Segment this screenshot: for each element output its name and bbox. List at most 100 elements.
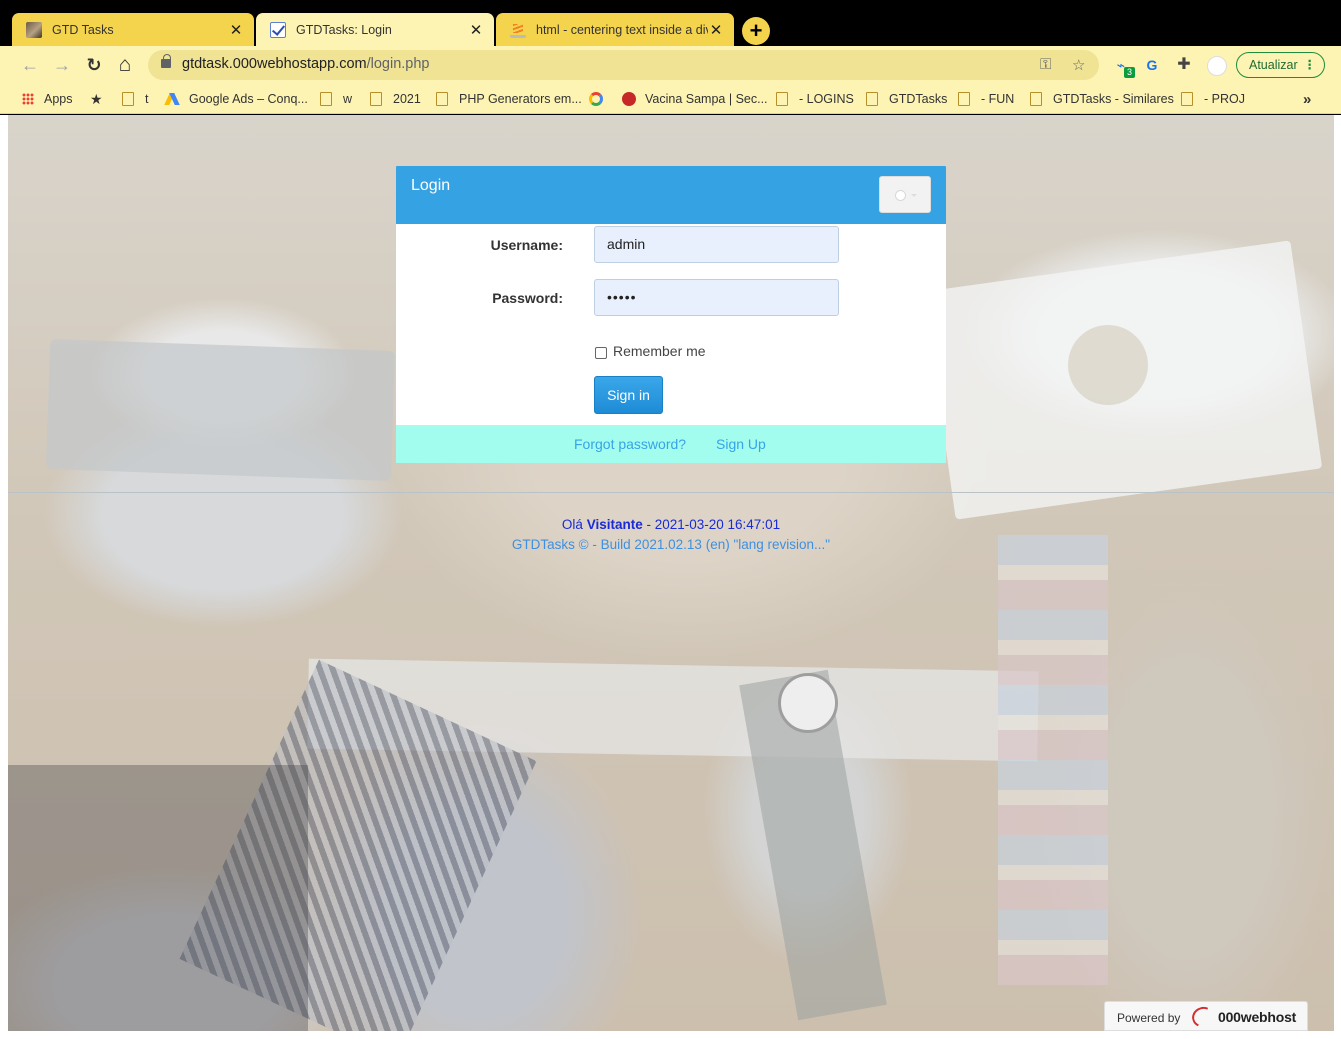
close-icon[interactable]: ✕ <box>468 21 484 39</box>
tab-title: GTD Tasks <box>52 22 114 37</box>
page-viewport: Login Username: admin Password: ••••• Re… <box>8 115 1334 1031</box>
bookmark-vacina-sampa[interactable]: Vacina Sampa | Sec... <box>622 90 768 108</box>
colorful-ring-icon <box>589 92 603 106</box>
bookmark-php-generators[interactable]: PHP Generators em... <box>436 90 582 108</box>
folder-icon <box>776 92 788 106</box>
checkbox-favicon-icon <box>270 21 286 38</box>
greeting-datetime: - 2021-03-20 16:47:01 <box>646 517 781 532</box>
vacina-sampa-icon <box>622 92 636 106</box>
remember-me-label[interactable]: Remember me <box>613 343 706 359</box>
bookmark-folder-w[interactable]: w <box>320 90 352 108</box>
url-host: gtdtask.000webhostapp.com <box>182 56 367 72</box>
bookmark-label: t <box>145 92 149 106</box>
powered-by-badge[interactable]: Powered by 000webhost <box>1104 1001 1308 1031</box>
window-frame-bottom <box>0 1031 1341 1039</box>
new-tab-button[interactable]: + <box>742 17 770 45</box>
bookmark-folder-2021[interactable]: 2021 <box>370 90 421 108</box>
extensions-puzzle-icon[interactable]: ✚ <box>1175 56 1193 74</box>
tab-strip: GTD Tasks ✕ GTDTasks: Login ✕ html - cen… <box>0 0 1341 46</box>
lock-icon[interactable] <box>161 54 171 68</box>
key-icon[interactable]: ⚿ <box>1040 56 1051 73</box>
tab-title: html - centering text inside a div <box>536 22 708 37</box>
password-input[interactable]: ••••• <box>594 279 839 316</box>
remember-me-checkbox[interactable] <box>595 347 607 359</box>
bookmark-folder-fun[interactable]: - FUN <box>958 90 1014 108</box>
folder-icon <box>958 92 970 106</box>
back-icon[interactable]: ← <box>20 55 40 75</box>
background-wristwatch <box>778 673 838 733</box>
sign-up-link[interactable]: Sign Up <box>716 436 766 452</box>
folder-icon <box>866 92 878 106</box>
stackoverflow-icon <box>510 22 526 38</box>
language-dropdown-button[interactable] <box>879 176 931 213</box>
visitor-name: Visitante <box>586 517 643 532</box>
background-cup <box>1068 325 1148 405</box>
window-frame-right <box>1334 115 1341 1039</box>
login-form: Username: admin Password: ••••• Remember… <box>396 224 946 425</box>
browser-toolbar: ← → ↻ ⌂ gtdtask.000webhostapp.com/login.… <box>0 46 1341 84</box>
extension-badge: 3 <box>1124 67 1136 78</box>
tab-title: GTDTasks: Login <box>296 22 392 37</box>
close-icon[interactable]: ✕ <box>228 21 244 39</box>
bookmark-label: Apps <box>44 92 73 106</box>
background-books <box>998 535 1108 985</box>
url-path: /login.php <box>366 56 430 72</box>
update-label: Atualizar <box>1249 58 1298 72</box>
login-title: Login <box>411 177 451 194</box>
bookmark-label: GTDTasks - Similares <box>1053 92 1174 106</box>
url-text: gtdtask.000webhostapp.com/login.php <box>182 56 429 72</box>
caret-down-icon <box>911 194 917 197</box>
bookmarks-overflow-icon[interactable]: » <box>1303 90 1311 108</box>
globe-icon <box>895 190 906 201</box>
folder-icon <box>320 92 332 106</box>
bookmark-folder-gtdtasks[interactable]: GTDTasks <box>866 90 947 108</box>
bookmark-folder-t[interactable]: t <box>122 90 148 108</box>
bookmark-folder-similares[interactable]: GTDTasks - Similares <box>1030 90 1174 108</box>
reload-icon[interactable]: ↻ <box>84 55 104 75</box>
build-info: GTDTasks © - Build 2021.02.13 (en) "lang… <box>511 537 831 552</box>
bookmark-folder-logins[interactable]: - LOGINS <box>776 90 854 108</box>
password-label: Password: <box>492 290 563 306</box>
bookmark-apps[interactable]: Apps <box>22 90 73 108</box>
bookmark-star-icon[interactable]: ★ <box>90 90 103 108</box>
000webhost-brand: 000webhost <box>1218 1009 1297 1025</box>
folder-icon <box>370 92 382 106</box>
bookmark-label: Google Ads – Conq... <box>189 92 308 106</box>
bookmark-label: GTDTasks <box>889 92 948 106</box>
login-panel-header: Login <box>396 166 946 224</box>
horizontal-divider <box>8 492 1334 493</box>
000webhost-logo-icon <box>1189 1003 1217 1031</box>
update-button[interactable]: Atualizar ⋮ <box>1236 52 1325 78</box>
bookmark-star-icon[interactable]: ☆ <box>1072 56 1085 74</box>
forgot-password-link[interactable]: Forgot password? <box>574 436 686 452</box>
bookmark-ring-site[interactable] <box>589 90 613 108</box>
translate-extension-icon[interactable]: G <box>1143 56 1161 74</box>
bookmark-label: 2021 <box>393 92 421 106</box>
background-laptop-bottom <box>8 765 308 1031</box>
bookmark-google-ads[interactable]: Google Ads – Conq... <box>165 90 308 108</box>
tab-gtd-tasks[interactable]: GTD Tasks ✕ <box>12 13 254 46</box>
username-input[interactable]: admin <box>594 226 839 263</box>
bookmark-label: PHP Generators em... <box>459 92 582 106</box>
bookmarks-bar: Apps ★ t Google Ads – Conq... w 2021 PHP… <box>0 84 1341 114</box>
powered-by-label: Powered by <box>1117 1011 1181 1025</box>
bookmark-folder-proj[interactable]: - PROJ <box>1181 90 1245 108</box>
bookmark-label: - FUN <box>981 92 1015 106</box>
folder-icon <box>1181 92 1193 106</box>
profile-avatar-icon[interactable] <box>1207 56 1227 76</box>
forward-icon[interactable]: → <box>52 55 72 75</box>
greeting-prefix: Olá <box>561 517 583 532</box>
sign-in-button[interactable]: Sign in <box>594 376 663 414</box>
home-icon[interactable]: ⌂ <box>115 54 135 75</box>
menu-dots-icon[interactable]: ⋮ <box>1304 53 1317 77</box>
close-icon[interactable]: ✕ <box>708 21 724 39</box>
tab-gtdtasks-login[interactable]: GTDTasks: Login ✕ <box>256 13 494 46</box>
folder-icon <box>122 92 134 106</box>
bookmark-label: - LOGINS <box>799 92 854 106</box>
bookmark-label: w <box>343 92 353 106</box>
login-panel-footer: Forgot password? Sign Up <box>396 425 946 463</box>
tab-stackoverflow[interactable]: html - centering text inside a div ✕ <box>496 13 734 46</box>
bookmark-label: - PROJ <box>1204 92 1245 106</box>
window-frame-left <box>0 115 8 1039</box>
address-bar[interactable]: gtdtask.000webhostapp.com/login.php ⚿ ☆ <box>148 50 1099 80</box>
